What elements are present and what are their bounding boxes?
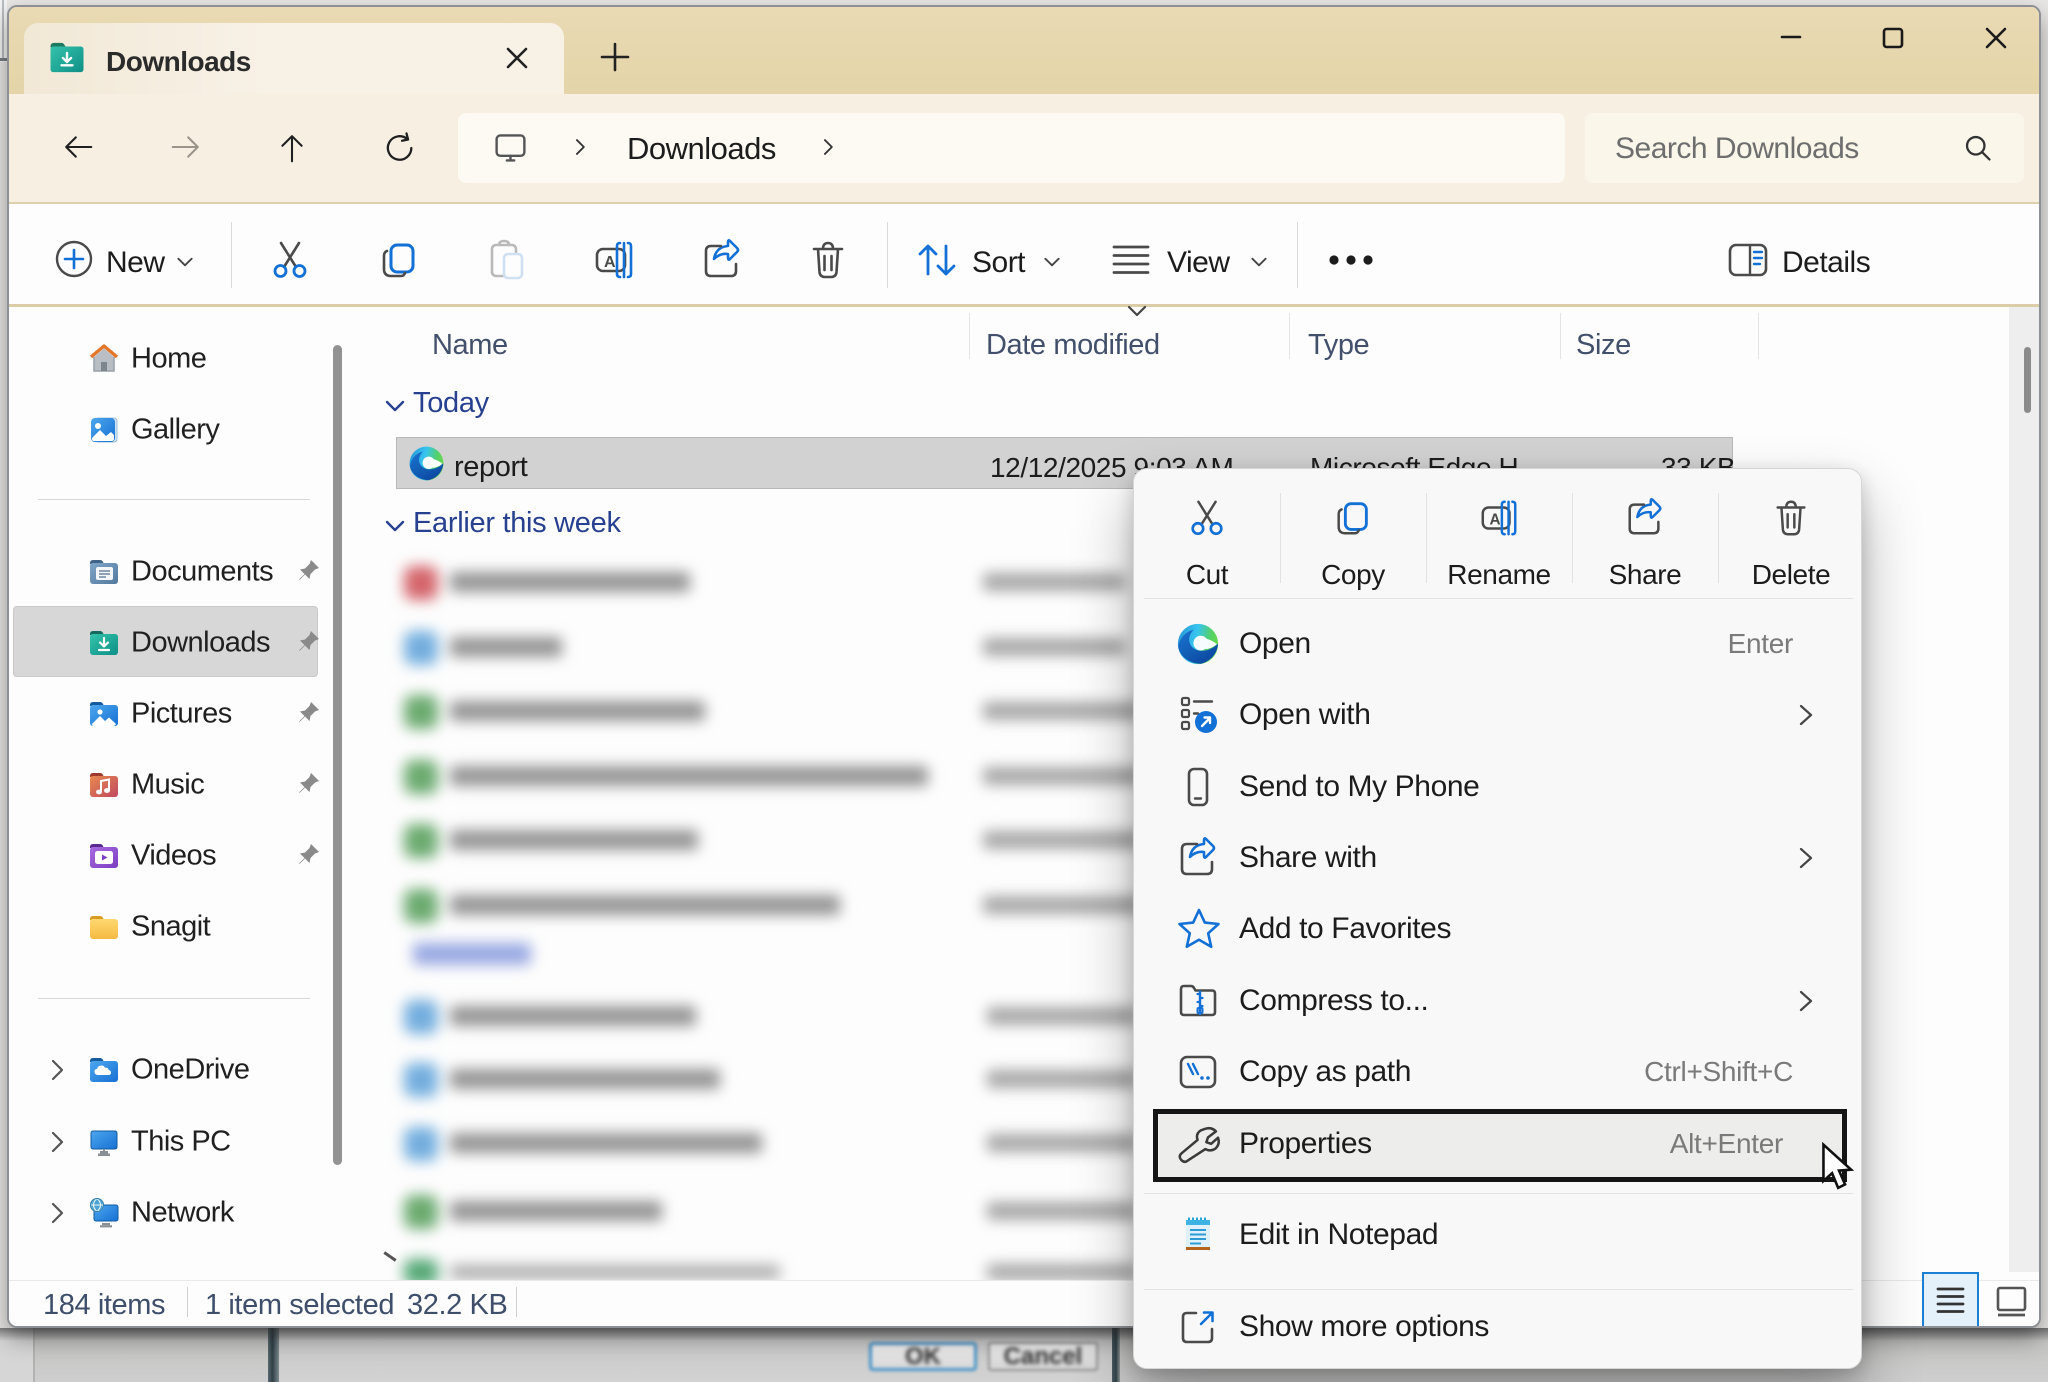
svg-text:A: A bbox=[604, 254, 616, 271]
svg-text:A: A bbox=[1489, 512, 1500, 529]
